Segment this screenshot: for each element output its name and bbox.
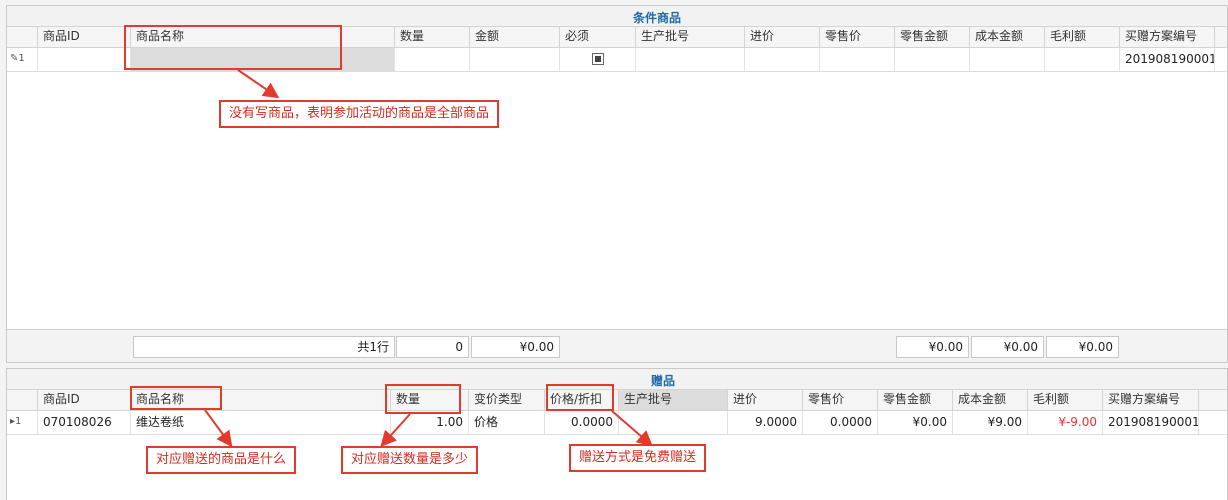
col-product-id[interactable]: 商品ID <box>38 27 131 47</box>
cell-batch[interactable] <box>636 48 745 71</box>
condition-col-indicator <box>7 27 38 47</box>
cell-purchase-price[interactable] <box>745 48 820 71</box>
gift-cell-batch[interactable] <box>619 411 728 434</box>
annotation-gift-qty: 对应赠送数量是多少 <box>341 446 479 474</box>
required-checkbox[interactable] <box>591 52 604 65</box>
gift-cell-price-discount[interactable]: 0.0000 <box>545 411 619 434</box>
col-qty[interactable]: 数量 <box>395 27 470 47</box>
gift-col-retail-amount[interactable]: 零售金额 <box>878 390 953 410</box>
retail-amount-total: ¥0.00 <box>896 336 969 358</box>
cell-amount[interactable] <box>470 48 560 71</box>
annotation-free-gift: 赠送方式是免费赠送 <box>569 444 707 472</box>
gift-cell-price-type[interactable]: 价格 <box>469 411 545 434</box>
gift-cell-retail-price[interactable]: 0.0000 <box>803 411 878 434</box>
condition-summary-footer: 共1行 0 ¥0.00 ¥0.00 ¥0.00 ¥0.00 <box>7 329 1227 362</box>
gift-col-batch[interactable]: 生产批号 <box>619 390 728 410</box>
gift-col-retail-price[interactable]: 零售价 <box>803 390 878 410</box>
condition-panel-title-bar: 条件商品 <box>7 6 1227 27</box>
gift-cell-gross-profit[interactable]: ¥-9.00 <box>1028 411 1103 434</box>
col-amount[interactable]: 金额 <box>470 27 560 47</box>
col-plan-no[interactable]: 买赠方案编号 <box>1120 27 1215 47</box>
gift-cell-product-id[interactable]: 070108026 <box>38 411 131 434</box>
highlight-condition-product-name <box>124 25 342 70</box>
gift-cell-cost-amount[interactable]: ¥9.00 <box>953 411 1028 434</box>
col-purchase-price[interactable]: 进价 <box>745 27 820 47</box>
annotation-gift-product: 对应赠送的商品是什么 <box>146 446 297 474</box>
cell-product-id[interactable] <box>38 48 131 71</box>
gift-col-indicator <box>7 390 38 410</box>
gift-col-cost-amount[interactable]: 成本金额 <box>953 390 1028 410</box>
gift-cell-plan-no[interactable]: 201908190001 <box>1103 411 1199 434</box>
row-number: 1 <box>18 53 25 64</box>
cost-amount-total: ¥0.00 <box>971 336 1044 358</box>
table-row[interactable]: ▸1 070108026 维达卷纸 1.00 价格 0.0000 9.0000 … <box>7 411 1227 435</box>
gift-cell-qty[interactable]: 1.00 <box>391 411 469 434</box>
col-batch[interactable]: 生产批号 <box>636 27 745 47</box>
cell-plan-no[interactable]: 201908190001 <box>1120 48 1215 71</box>
highlight-gift-product-name <box>130 386 222 410</box>
highlight-gift-price-discount <box>546 384 614 411</box>
row-count: 共1行 <box>133 336 395 358</box>
cell-retail-amount[interactable] <box>895 48 970 71</box>
gift-col-product-id[interactable]: 商品ID <box>38 390 131 410</box>
annotation-all-products: 没有写商品，表明参加活动的商品是全部商品 <box>219 100 500 128</box>
condition-panel-title: 条件商品 <box>633 11 682 25</box>
gift-col-purchase-price[interactable]: 进价 <box>728 390 803 410</box>
highlight-gift-qty <box>385 384 461 414</box>
gift-col-gross-profit[interactable]: 毛利额 <box>1028 390 1103 410</box>
gift-col-plan-no[interactable]: 买赠方案编号 <box>1103 390 1199 410</box>
cell-required[interactable] <box>560 48 636 71</box>
cell-qty[interactable] <box>395 48 470 71</box>
col-required[interactable]: 必须 <box>560 27 636 47</box>
col-retail-amount[interactable]: 零售金额 <box>895 27 970 47</box>
gift-col-price-type[interactable]: 变价类型 <box>469 390 545 410</box>
cell-retail-price[interactable] <box>820 48 895 71</box>
row-number: 1 <box>15 416 22 427</box>
gift-panel-title: 赠品 <box>651 374 676 388</box>
amount-total: ¥0.00 <box>471 336 560 358</box>
col-gross-profit[interactable]: 毛利额 <box>1045 27 1120 47</box>
cell-gross-profit[interactable] <box>1045 48 1120 71</box>
row-indicator[interactable]: ✎1 <box>7 48 38 71</box>
col-cost-amount[interactable]: 成本金额 <box>970 27 1045 47</box>
gift-cell-retail-amount[interactable]: ¥0.00 <box>878 411 953 434</box>
gift-cell-purchase-price[interactable]: 9.0000 <box>728 411 803 434</box>
gift-row-indicator[interactable]: ▸1 <box>7 411 38 434</box>
gross-profit-total: ¥0.00 <box>1046 336 1119 358</box>
gift-cell-product-name[interactable]: 维达卷纸 <box>131 411 391 434</box>
col-retail-price[interactable]: 零售价 <box>820 27 895 47</box>
qty-total: 0 <box>396 336 469 358</box>
cell-cost-amount[interactable] <box>970 48 1045 71</box>
